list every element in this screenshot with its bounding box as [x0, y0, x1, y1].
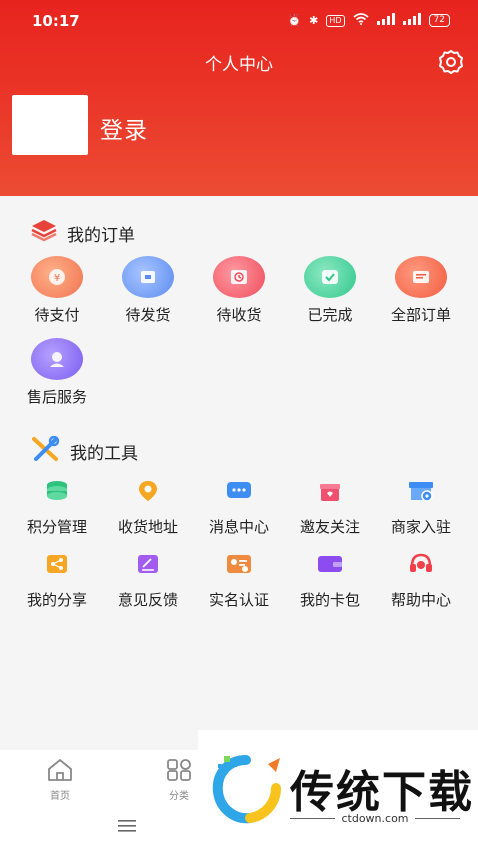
watermark-url: ctdown.com	[341, 812, 409, 825]
list-icon	[395, 256, 447, 298]
tool-label: 意见反馈	[117, 591, 178, 609]
hd-badge: HD	[326, 14, 345, 27]
status-time: 10:17	[32, 12, 80, 30]
watermark-url-row: ctdown.com	[290, 812, 460, 825]
bluetooth-icon: ✱	[309, 14, 319, 27]
clock-icon	[213, 256, 265, 298]
feedback-icon	[134, 551, 162, 577]
order-pending-payment[interactable]: ¥ 待支付	[11, 256, 103, 325]
card-wallet-icon	[316, 551, 344, 577]
order-label: 待发货	[125, 306, 171, 324]
tool-address[interactable]: 收货地址	[102, 478, 194, 537]
gift-icon	[316, 478, 344, 504]
svg-text:¥: ¥	[54, 273, 60, 284]
tool-feedback[interactable]: 意见反馈	[102, 551, 194, 610]
watermark: 传统下载 ctdown.com	[198, 730, 478, 850]
order-pending-shipment[interactable]: 待发货	[102, 256, 194, 325]
nav-home[interactable]: 首页	[30, 758, 90, 802]
tool-label: 帮助中心	[390, 591, 451, 609]
order-label: 全部订单	[390, 306, 451, 324]
order-all[interactable]: 全部订单	[375, 256, 467, 325]
category-icon	[167, 759, 191, 781]
orders-section-title: 我的订单	[67, 226, 135, 246]
wifi-icon	[353, 13, 369, 28]
watermark-text: 传统下载	[290, 767, 474, 818]
home-icon	[48, 759, 72, 781]
status-bar: 10:17 ⏰ ✱ HD 72	[0, 8, 478, 34]
id-card-icon	[225, 551, 253, 577]
tool-messages[interactable]: 消息中心	[193, 478, 285, 537]
wallet-icon: ¥	[31, 256, 83, 298]
order-completed[interactable]: 已完成	[284, 256, 376, 325]
order-after-sales[interactable]: 售后服务	[11, 338, 103, 407]
order-label: 待支付	[34, 306, 80, 324]
login-button[interactable]: 登录	[100, 111, 148, 145]
nav-home-label: 首页	[50, 791, 70, 802]
signal-icon-1	[376, 13, 395, 28]
tool-label: 邀友关注	[299, 518, 360, 536]
share-icon	[43, 551, 71, 577]
tool-merchant[interactable]: 商家入驻	[375, 478, 467, 537]
tool-label: 实名认证	[208, 591, 269, 609]
service-icon	[31, 338, 83, 380]
settings-gear-icon[interactable]	[437, 48, 465, 76]
package-icon	[122, 256, 174, 298]
tool-invite[interactable]: 邀友关注	[284, 478, 376, 537]
signal-icon-2	[402, 13, 421, 28]
tool-points[interactable]: 积分管理	[11, 478, 103, 537]
order-label: 售后服务	[26, 388, 87, 406]
tool-label: 我的分享	[26, 591, 87, 609]
coins-icon	[43, 478, 71, 504]
tool-label: 收货地址	[117, 518, 178, 536]
tools-section-title: 我的工具	[70, 444, 138, 464]
divider	[414, 818, 460, 819]
order-label: 待收货	[216, 306, 262, 324]
profile-header: 10:17 ⏰ ✱ HD 72 个人中心 登录	[0, 0, 478, 196]
watermark-logo-icon	[206, 752, 286, 832]
tool-verify[interactable]: 实名认证	[193, 551, 285, 610]
tool-card-wallet[interactable]: 我的卡包	[284, 551, 376, 610]
tools-icon	[30, 435, 60, 466]
help-icon	[407, 551, 435, 577]
status-icons: ⏰ ✱ HD 72	[287, 13, 450, 28]
battery-icon: 72	[428, 14, 450, 27]
location-icon	[134, 478, 162, 504]
tool-help[interactable]: 帮助中心	[375, 551, 467, 610]
layers-icon	[30, 218, 58, 246]
message-icon	[225, 478, 253, 504]
tool-label: 我的卡包	[299, 591, 360, 609]
tool-label: 积分管理	[26, 518, 87, 536]
avatar[interactable]	[12, 95, 88, 155]
tool-label: 消息中心	[208, 518, 269, 536]
tool-share[interactable]: 我的分享	[11, 551, 103, 610]
store-icon	[407, 478, 435, 504]
divider	[290, 818, 336, 819]
alarm-icon: ⏰	[287, 14, 302, 27]
page-title: 个人中心	[205, 55, 273, 75]
check-icon	[304, 256, 356, 298]
order-pending-receipt[interactable]: 待收货	[193, 256, 285, 325]
system-menu-icon[interactable]	[118, 818, 136, 832]
order-label: 已完成	[307, 306, 353, 324]
tool-label: 商家入驻	[390, 518, 451, 536]
